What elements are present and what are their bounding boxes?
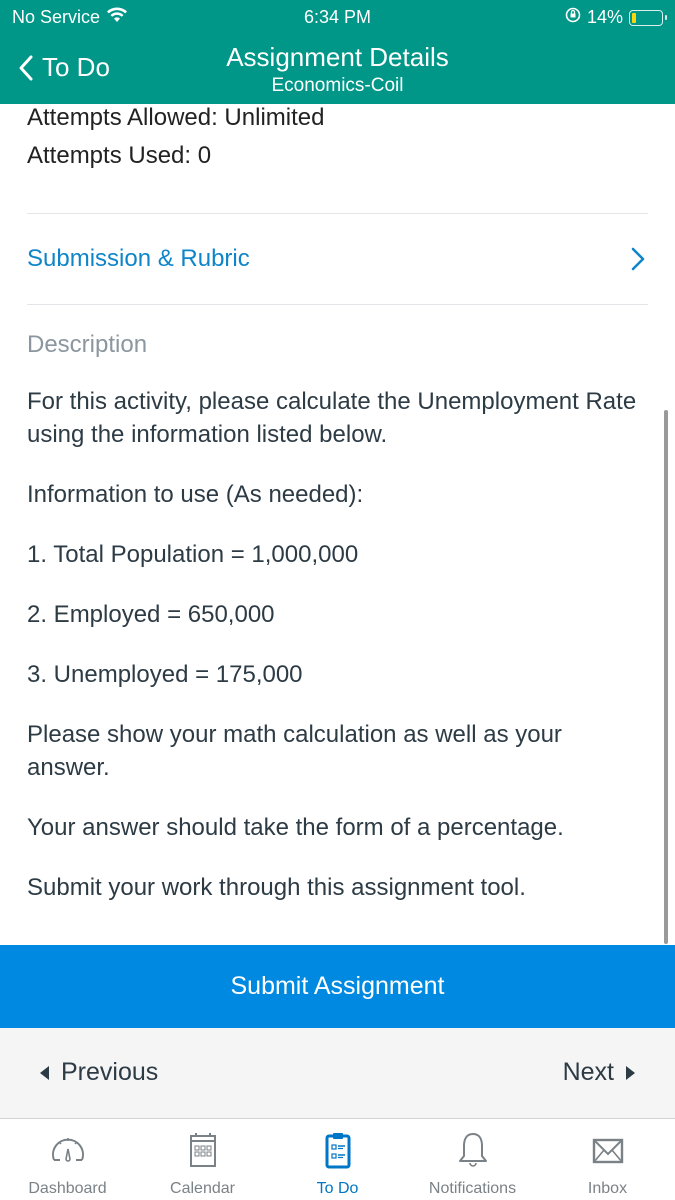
attempts-info: Attempts Allowed: Unlimited Attempts Use… xyxy=(0,104,675,175)
scrollbar[interactable] xyxy=(664,410,668,944)
tab-label: Notifications xyxy=(428,1180,517,1197)
course-subtitle: Economics-Coil xyxy=(271,75,404,96)
orientation-lock-icon xyxy=(565,7,581,28)
submit-label: Submit Assignment xyxy=(230,972,445,1000)
tab-dashboard[interactable]: Dashboard xyxy=(0,1120,135,1200)
calendar-icon xyxy=(189,1133,216,1167)
description-paragraph: Please show your math calculation as wel… xyxy=(27,721,562,781)
description-paragraph: Your answer should take the form of a pe… xyxy=(27,814,564,841)
description-paragraph: 1. Total Population = 1,000,000 xyxy=(27,541,359,568)
envelope-icon xyxy=(592,1138,623,1164)
attempts-used: Attempts Used: 0 xyxy=(27,142,212,169)
attempts-allowed: Attempts Allowed: Unlimited xyxy=(27,104,325,131)
tab-inbox[interactable]: Inbox xyxy=(540,1120,675,1200)
caret-left-icon xyxy=(40,1065,49,1080)
title-block: Assignment Details Economics-Coil xyxy=(0,42,675,97)
tab-calendar[interactable]: Calendar xyxy=(135,1120,270,1200)
tab-label: Calendar xyxy=(170,1180,235,1197)
description-paragraph: 3. Unemployed = 175,000 xyxy=(27,661,303,688)
app-header: No Service 6:34 PM 14% To Do Assignment … xyxy=(0,0,675,104)
next-button[interactable]: Next xyxy=(563,1058,635,1087)
tab-to-do[interactable]: To Do xyxy=(270,1120,405,1200)
description-section: Description For this activity, please ca… xyxy=(0,331,675,904)
tab-bar: Dashboard Calendar To Do Notifications I… xyxy=(0,1120,675,1200)
submit-assignment-button[interactable]: Submit Assignment xyxy=(0,945,675,1028)
battery-icon xyxy=(629,9,667,26)
previous-label: Previous xyxy=(61,1058,159,1086)
description-paragraph: Submit your work through this assignment… xyxy=(27,874,526,901)
tab-label: Dashboard xyxy=(28,1180,107,1197)
status-right: 14% xyxy=(565,7,667,28)
chevron-right-icon xyxy=(631,247,645,271)
battery-percent: 14% xyxy=(586,7,623,27)
nav-bar: To Do Assignment Details Economics-Coil xyxy=(0,34,675,104)
previous-button[interactable]: Previous xyxy=(40,1058,158,1087)
battery-level xyxy=(632,12,636,23)
tab-label: Inbox xyxy=(587,1180,628,1197)
description-paragraph: For this activity, please calculate the … xyxy=(27,388,637,448)
clipboard-todo-icon xyxy=(325,1133,350,1169)
caret-right-icon xyxy=(626,1065,635,1080)
description-heading: Description xyxy=(27,331,148,358)
bell-icon xyxy=(458,1133,487,1167)
submission-rubric-link[interactable]: Submission & Rubric xyxy=(0,214,675,304)
dashboard-gauge-icon xyxy=(51,1138,84,1162)
pager: Previous Next xyxy=(0,1028,675,1119)
tab-notifications[interactable]: Notifications xyxy=(405,1120,540,1200)
status-bar: No Service 6:34 PM 14% xyxy=(0,0,675,34)
divider xyxy=(27,304,648,305)
assignment-content[interactable]: Attempts Allowed: Unlimited Attempts Use… xyxy=(0,104,675,945)
next-label: Next xyxy=(562,1058,614,1086)
description-paragraph: Information to use (As needed): xyxy=(27,481,364,508)
submission-rubric-label: Submission & Rubric xyxy=(27,245,250,272)
description-paragraph: 2. Employed = 650,000 xyxy=(27,601,275,628)
page-title: Assignment Details xyxy=(226,42,449,72)
tab-label: To Do xyxy=(316,1180,359,1197)
